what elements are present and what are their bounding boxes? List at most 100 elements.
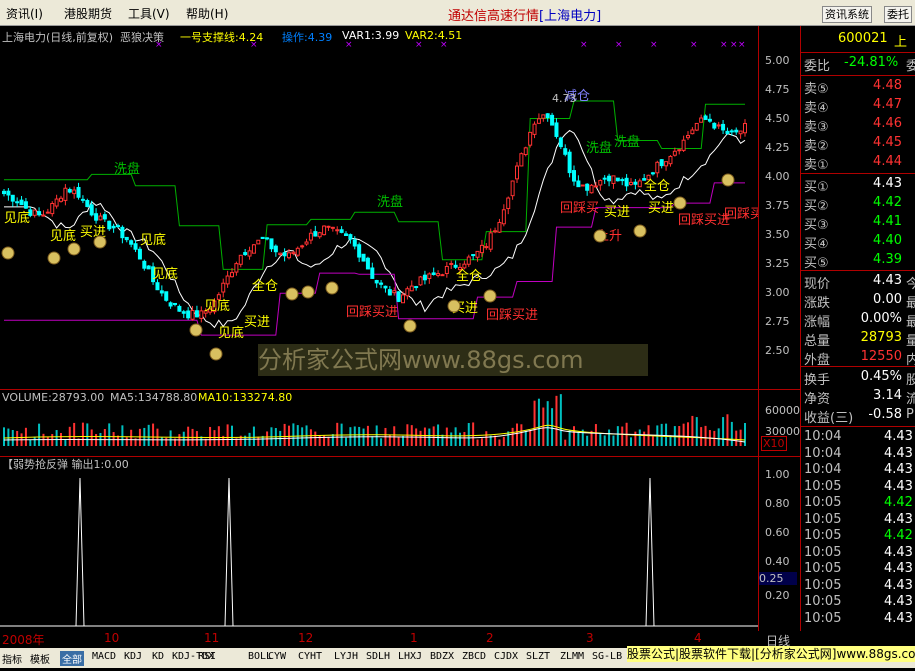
candle-body xyxy=(475,250,480,258)
candle-body xyxy=(392,290,397,294)
menu-info[interactable]: 资讯(I) xyxy=(6,5,43,22)
tab-cjdx[interactable]: CJDX xyxy=(494,651,518,662)
volume-bar xyxy=(160,437,163,446)
volume-bar xyxy=(314,431,317,446)
tab-指标[interactable]: 指标 xyxy=(2,651,22,666)
tab-kdj[interactable]: KDJ xyxy=(124,651,142,662)
volume-bar xyxy=(739,429,742,446)
annotation-quancang: 全仓 xyxy=(252,278,278,294)
tab-sg-lb[interactable]: SG-LB xyxy=(592,651,622,662)
info-system-button[interactable]: 资讯系统 xyxy=(822,6,872,23)
candle-body xyxy=(199,310,204,319)
tick-price: 4.43 xyxy=(884,544,913,560)
indicator-current: 0.25 xyxy=(759,572,797,585)
stat2-value: 3.14 xyxy=(873,388,902,403)
stock-name-short: 上 xyxy=(894,35,908,50)
candle-body xyxy=(444,265,449,274)
candle-body xyxy=(721,123,726,131)
price-tick: 4.25 xyxy=(765,141,790,154)
buy-order-label: 买② xyxy=(804,199,829,214)
tab-lyjh[interactable]: LYJH xyxy=(334,651,358,662)
stat-value: 0.00 xyxy=(873,292,902,307)
stat-value: 28793 xyxy=(860,330,902,345)
annotation-jiandi: 见底 xyxy=(4,210,30,226)
candle-body xyxy=(462,263,467,269)
volume-bar xyxy=(608,429,611,446)
tab-sdlh[interactable]: SDLH xyxy=(366,651,390,662)
candle-body xyxy=(304,241,309,245)
volume-bar xyxy=(86,423,89,446)
volume-bar xyxy=(375,425,378,446)
tab-macd[interactable]: MACD xyxy=(92,651,116,662)
volume-bar xyxy=(643,431,646,446)
candle-body xyxy=(532,123,537,135)
tab-slzt[interactable]: SLZT xyxy=(526,651,550,662)
volume-bar xyxy=(169,430,172,446)
tab-模板[interactable]: 模板 xyxy=(30,651,50,666)
ad-banner[interactable]: 股票公式|股票软件下载|[分析家公式网]www.88gs.com xyxy=(627,646,915,662)
candle-body xyxy=(80,198,85,201)
stat2-extra: 股 xyxy=(906,373,915,388)
volume-bar xyxy=(125,437,128,446)
candle-body xyxy=(243,252,248,256)
tab-cyht[interactable]: CYHT xyxy=(298,651,322,662)
signal-marker-icon: × xyxy=(440,40,448,50)
menu-help[interactable]: 帮助(H) xyxy=(186,5,228,22)
volume-bar xyxy=(735,430,738,446)
tab-全部[interactable]: 全部 xyxy=(60,651,84,666)
candle-body xyxy=(664,161,669,167)
weibi-row: 委比 -24.81% 委 xyxy=(804,55,915,74)
volume-bar xyxy=(73,422,76,446)
candle-body xyxy=(173,302,177,305)
candle-body xyxy=(370,267,375,279)
menu-hk-futures[interactable]: 港股期货 xyxy=(64,5,112,22)
candle-body xyxy=(6,190,11,196)
candle-body xyxy=(650,172,655,175)
candle-body xyxy=(181,311,186,314)
tab-lhxj[interactable]: LHXJ xyxy=(398,651,422,662)
trade-button[interactable]: 委托 xyxy=(884,6,912,23)
stat-value: 4.43 xyxy=(873,273,902,288)
candle-body xyxy=(672,150,677,156)
volume-bar xyxy=(722,417,725,446)
candle-body xyxy=(23,201,28,209)
candle-body xyxy=(418,276,423,286)
tab-bdzx[interactable]: BDZX xyxy=(430,651,454,662)
divider xyxy=(801,52,915,53)
tab-cyw[interactable]: CYW xyxy=(268,651,286,662)
volume-bar xyxy=(651,436,654,446)
candle-body xyxy=(67,189,72,193)
tab-zlmm[interactable]: ZLMM xyxy=(560,651,584,662)
chart-area[interactable]: 上海电力(日线,前复权) 恶狼决策 一号支撑线:4.24 操作:4.39 VAR… xyxy=(0,26,800,631)
volume-bar xyxy=(353,426,356,446)
volume-bar xyxy=(459,432,461,446)
candle-body xyxy=(589,184,594,194)
candle-body xyxy=(164,291,169,301)
volume-bar xyxy=(511,427,514,446)
candle-body xyxy=(466,256,471,265)
volume-bar xyxy=(296,425,299,446)
volume-bar xyxy=(594,424,597,446)
buy-order-label: 买① xyxy=(804,180,829,195)
volume-bar xyxy=(257,436,260,446)
volume-bar xyxy=(90,429,93,446)
menu-tools[interactable]: 工具(V) xyxy=(128,5,170,22)
volume-bar xyxy=(182,431,185,446)
sell-order-label: 卖③ xyxy=(804,120,829,135)
tab-zbcd[interactable]: ZBCD xyxy=(462,651,486,662)
candle-body xyxy=(361,253,366,262)
candle-body xyxy=(295,247,300,256)
stat-extra: 今 xyxy=(906,277,915,292)
tab-kd[interactable]: KD xyxy=(152,651,164,662)
candle-body xyxy=(563,148,568,155)
candle-body xyxy=(221,282,226,293)
candle-body xyxy=(322,225,327,236)
volume-bar xyxy=(7,428,10,446)
tick-row: 10:05 4.43 xyxy=(804,611,915,630)
stat2-value: -0.58 xyxy=(868,407,902,422)
buy-order-label: 买④ xyxy=(804,237,829,252)
tab-rsi[interactable]: RSI xyxy=(198,651,216,662)
volume-bar xyxy=(441,434,444,446)
candle-body xyxy=(734,129,739,133)
stat-row: 现价 4.43 今 xyxy=(804,273,915,292)
